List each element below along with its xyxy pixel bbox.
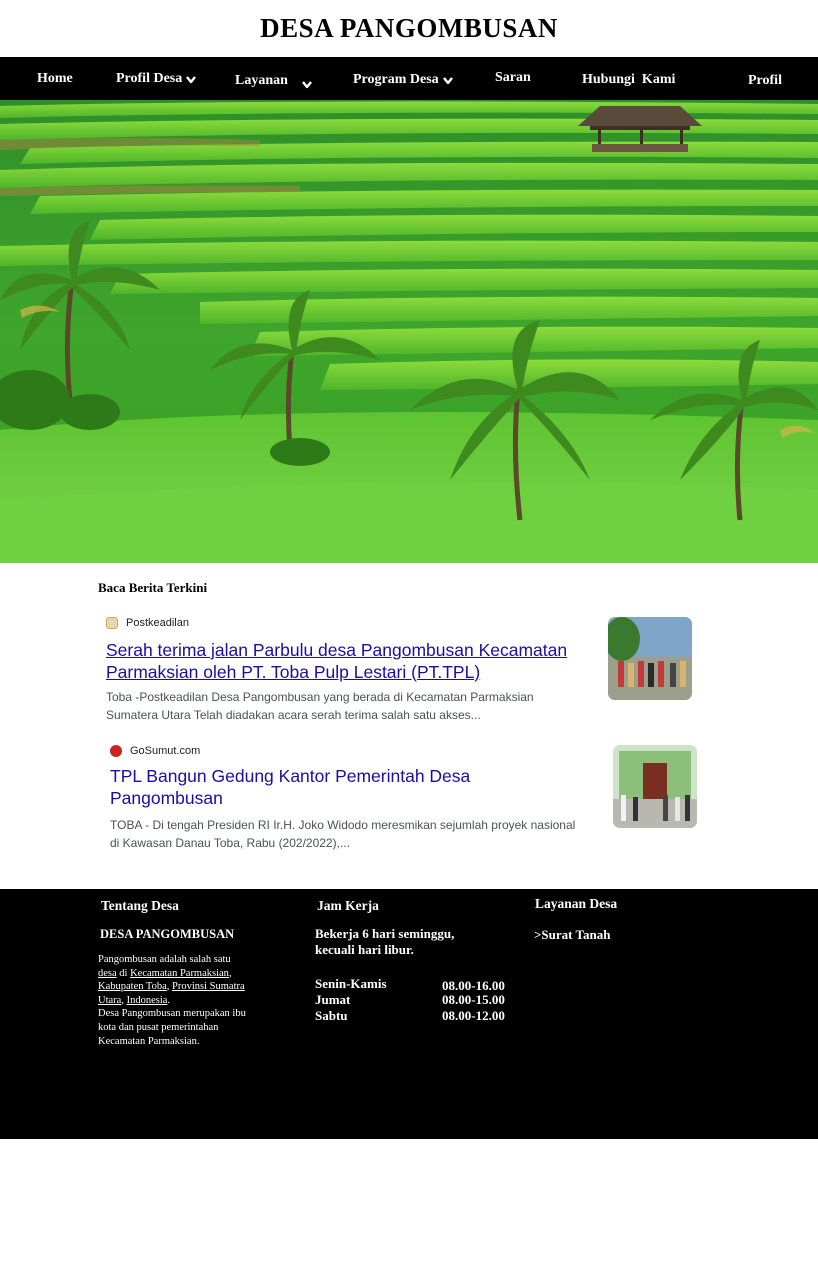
nav-profil-desa-label: Profil Desa	[116, 71, 183, 86]
footer-jam-line: Bekerja 6 hari seminggu,	[315, 926, 455, 941]
news-headline-line: Parmaksian oleh PT. Toba Pulp Lestari (P…	[106, 661, 481, 682]
footer-tentang-line: Desa Pangombusan merupakan ibu	[98, 1008, 246, 1020]
link-provinsi-sumatra-utara-cont[interactable]: Utara	[98, 995, 121, 1006]
footer-tentang-line: kota dan pusat pemerintahan	[98, 1021, 219, 1033]
nav-profil-label: Profil	[748, 73, 782, 88]
nav-saran-label: Saran	[495, 70, 531, 85]
footer-jam-heading: Jam Kerja	[317, 898, 379, 913]
nav-layanan-label: Layanan	[235, 73, 288, 88]
nav-saran[interactable]: Saran	[495, 70, 531, 86]
nav-program-desa[interactable]: Program Desa	[353, 72, 453, 88]
main-navbar: Home Profil Desa Layanan Program Desa Sa…	[0, 57, 818, 100]
link-indonesia[interactable]: Indonesia	[127, 995, 168, 1006]
gosumut-logo-icon	[110, 745, 122, 757]
footer-jam-time: 08.00-12.00	[442, 1008, 505, 1023]
news-snippet: TOBA - Di tengah Presiden RI Ir.H. Joko …	[110, 816, 575, 852]
news-headline-line: Serah terima jalan Parbulu desa Pangombu…	[106, 640, 568, 660]
chevron-down-icon	[186, 76, 197, 84]
news-snippet-line: TOBA - Di tengah Presiden RI Ir.H. Joko …	[110, 818, 576, 832]
news-card[interactable]: GoSumut.com TPL Bangun Gedung Kantor Pem…	[98, 740, 698, 860]
site-title: DESA PANGOMBUSAN	[260, 13, 558, 43]
footer-tentang-heading: Tentang Desa	[101, 898, 179, 913]
footer-tentang-line: Pangombusan adalah salah satu	[98, 954, 231, 965]
text-di: di	[119, 967, 128, 979]
footer-tentang-line: Kecamatan Parmaksian.	[98, 1035, 200, 1047]
news-card[interactable]: Postkeadilan Serah terima jalan Parbulu …	[98, 612, 698, 732]
footer-jam-intro: Bekerja 6 hari seminggu, kecuali hari li…	[315, 926, 454, 958]
link-kecamatan-parmaksian[interactable]: Kecamatan Parmaksian	[130, 968, 229, 979]
nav-hubungi-kami-label: Hubungi Kami	[582, 72, 676, 87]
footer-tentang-line: desa di Kecamatan Parmaksian,	[98, 967, 232, 979]
link-desa[interactable]: desa	[98, 968, 117, 979]
news-source: Postkeadilan	[106, 617, 189, 629]
footer-tentang-line: Utara, Indonesia.	[98, 994, 171, 1006]
footer: Tentang Desa DESA PANGOMBUSAN Pangombusa…	[0, 889, 818, 1139]
footer-layanan-surat-tanah[interactable]: >Surat Tanah	[534, 927, 610, 943]
news-headline-link[interactable]: TPL Bangun Gedung Kantor Pemerintah Desa…	[110, 766, 470, 809]
news-snippet-line: Sumatera Utara Telah diadakan acara sera…	[106, 708, 481, 722]
nav-home[interactable]: Home	[37, 71, 73, 87]
chevron-down-icon	[301, 81, 312, 89]
news-source: GoSumut.com	[110, 745, 200, 757]
footer-jam-day: Jumat	[315, 992, 351, 1007]
footer-layanan-heading: Layanan Desa	[535, 896, 618, 911]
news-thumbnail[interactable]	[608, 617, 692, 700]
news-headline-line: TPL Bangun Gedung Kantor Pemerintah Desa	[110, 766, 471, 786]
footer-tentang-line: Kabupaten Toba, Provinsi Sumatra	[98, 981, 245, 993]
hero-rice-terrace-image	[0, 100, 818, 563]
news-source-name: GoSumut.com	[130, 745, 201, 757]
news-snippet-line: Toba -Postkeadilan Desa Pangombusan yang…	[106, 690, 534, 704]
news-thumbnail[interactable]	[613, 745, 697, 828]
footer-jam-time: 08.00-15.00	[442, 992, 505, 1007]
news-heading: Baca Berita Terkini	[98, 580, 208, 595]
news-headline-line: Pangombusan	[110, 787, 223, 808]
news-snippet-line: di Kawasan Danau Toba, Rabu (202/2022),.…	[110, 836, 350, 850]
footer-jam-day: Senin-Kamis	[315, 976, 387, 991]
nav-layanan[interactable]: Layanan	[235, 73, 312, 89]
nav-hubungi-kami[interactable]: Hubungi Kami	[582, 72, 675, 88]
news-headline-link[interactable]: Serah terima jalan Parbulu desa Pangombu…	[106, 640, 567, 683]
footer-jam-line: kecuali hari libur.	[315, 942, 414, 957]
link-kabupaten-toba[interactable]: Kabupaten Toba	[98, 981, 167, 992]
postkeadilan-logo-icon	[106, 617, 118, 629]
footer-tentang-subheading: DESA PANGOMBUSAN	[100, 927, 235, 941]
chevron-down-icon	[442, 77, 453, 85]
news-source-name: Postkeadilan	[126, 617, 189, 629]
nav-profil[interactable]: Profil	[748, 73, 782, 89]
nav-program-desa-label: Program Desa	[353, 72, 439, 87]
footer-jam-day: Sabtu	[315, 1008, 348, 1023]
nav-home-label: Home	[37, 71, 73, 86]
link-provinsi-sumatra-utara[interactable]: Provinsi Sumatra	[172, 981, 245, 992]
footer-tentang-text: Pangombusan adalah salah satu desa di Ke…	[98, 953, 298, 1048]
nav-profil-desa[interactable]: Profil Desa	[116, 71, 197, 87]
news-snippet: Toba -Postkeadilan Desa Pangombusan yang…	[106, 688, 534, 724]
